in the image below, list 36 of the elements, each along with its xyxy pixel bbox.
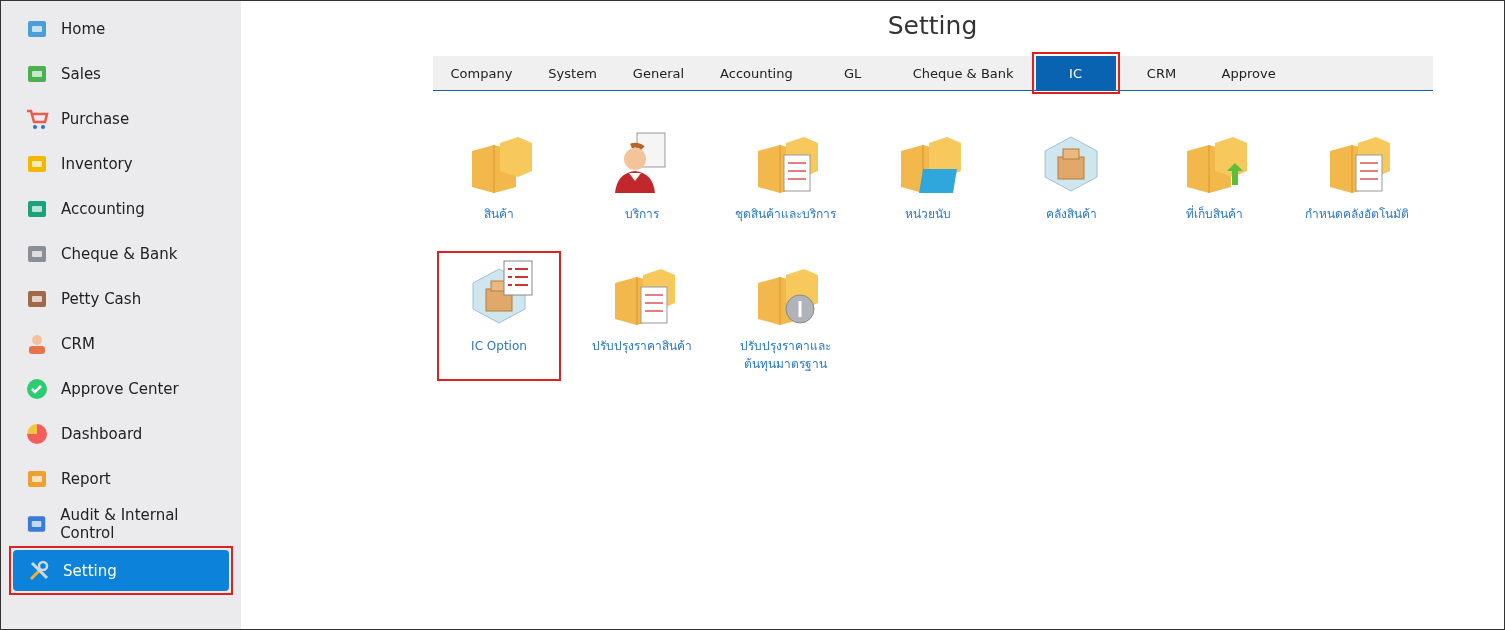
tile-link[interactable]: คลังสินค้า (1001, 205, 1141, 223)
check-circle-icon (25, 376, 49, 401)
tab[interactable]: System (532, 58, 613, 88)
tile-link[interactable]: กำหนดคลังอัตโนมัติ (1287, 205, 1427, 223)
tile-link[interactable]: ปรับปรุงราคาสินค้า (572, 337, 712, 355)
tab[interactable]: General (616, 58, 701, 88)
sidebar-item[interactable]: Cheque & Bank (11, 233, 231, 274)
tile-link[interactable]: IC Option (429, 337, 569, 355)
tile-link[interactable]: หน่วยนับ (858, 205, 998, 223)
tab[interactable]: CRM (1121, 58, 1202, 88)
tile-link[interactable]: ชุดสินค้าและบริการ (715, 205, 855, 223)
sidebar-item[interactable]: Sales (11, 53, 231, 94)
page-title: Setting (887, 11, 978, 40)
sidebar-item[interactable]: Setting (13, 550, 229, 591)
tile-link[interactable]: ปรับปรุงราคาและ ต้นทุนมาตรฐาน (715, 337, 855, 373)
tab[interactable]: Approve (1205, 58, 1292, 88)
sidebar-item[interactable]: CRM (11, 323, 231, 364)
sidebar-item[interactable]: Approve Center (11, 368, 231, 409)
sidebar-item[interactable]: Inventory (11, 143, 231, 184)
sidebar-item[interactable]: Purchase (11, 98, 231, 139)
tab[interactable]: Company (434, 58, 529, 88)
tab[interactable]: IC (1035, 56, 1116, 90)
tile-link[interactable]: ที่เก็บสินค้า (1144, 205, 1284, 223)
tile-link[interactable]: สินค้า (429, 205, 569, 223)
sidebar-item[interactable]: Audit & Internal Control (11, 503, 231, 544)
sidebar-item[interactable]: Accounting (11, 188, 231, 229)
dashboard-icon (25, 421, 49, 446)
sidebar-item[interactable]: Report (11, 458, 231, 499)
tab[interactable]: Cheque & Bank (896, 58, 1030, 88)
sidebar-item[interactable]: Home (11, 8, 231, 49)
tab[interactable]: Accounting (704, 58, 809, 88)
settings-icon (27, 558, 51, 583)
sidebar-item[interactable]: Petty Cash (11, 278, 231, 319)
tab[interactable]: GL (812, 58, 893, 88)
tile-link[interactable]: บริการ (572, 205, 712, 223)
sidebar-item[interactable]: Dashboard (11, 413, 231, 454)
